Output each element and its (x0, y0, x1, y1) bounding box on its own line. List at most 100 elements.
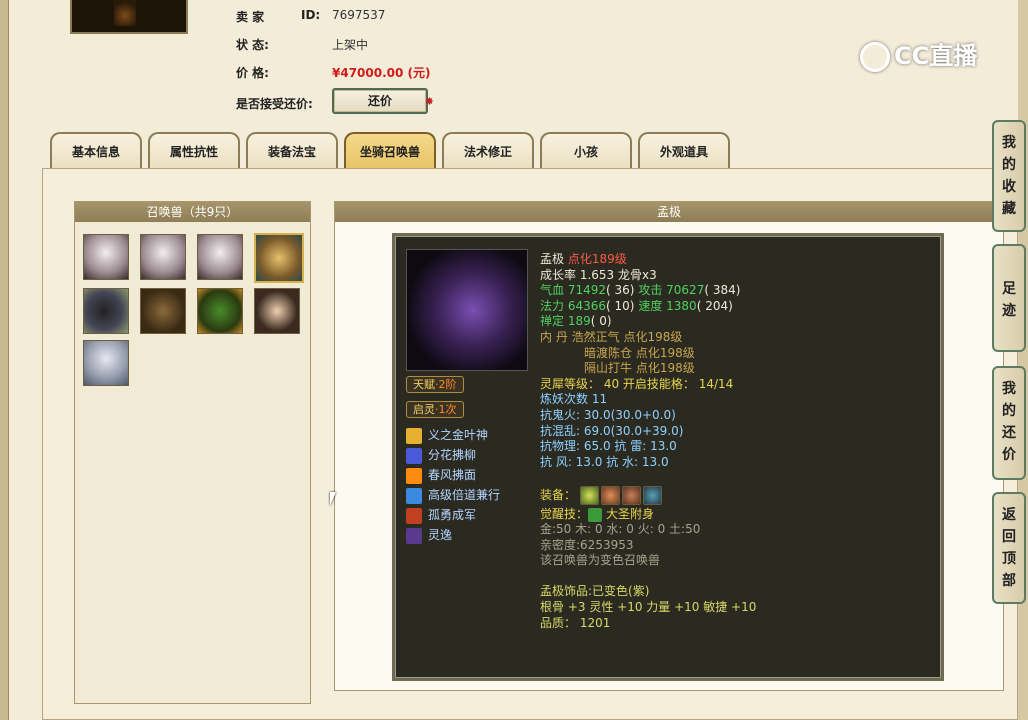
pet-portrait-white-fox-3[interactable] (197, 234, 243, 280)
inner-core-item: 暗渡陈仓 点化198级 (584, 345, 695, 360)
spirit-tag-rank: ·1次 (435, 403, 457, 416)
hp-value: 71492 (567, 283, 607, 298)
price-label: 价 格: (236, 66, 269, 80)
seller-id-label: ID: (301, 8, 321, 22)
gold-leaf-skill-icon (406, 427, 422, 444)
mp-bonus: ( 10) (606, 298, 635, 313)
awaken-skill: 大圣附身 (606, 507, 655, 521)
skill-name: 灵逸 (428, 528, 453, 542)
awaken-row: 觉醒技： 大圣附身 (540, 506, 654, 522)
skill-item[interactable]: 春风拂面 (406, 465, 500, 485)
zen-value: 189 (567, 314, 591, 329)
awaken-label: 觉醒技： (540, 507, 589, 521)
growth-rate: 成长率 1.653 龙骨x3 (540, 267, 657, 282)
skill-item[interactable]: 灵逸 (406, 525, 500, 545)
zen-label: 禅定 (540, 314, 565, 329)
my-haggles-button[interactable]: 我的还价 (992, 366, 1026, 480)
window-frame-right (1018, 0, 1028, 720)
hp-bonus: ( 36) (606, 283, 635, 298)
resist-line: 抗混乱: 69.0(30.0+39.0) (540, 423, 684, 438)
haggle-button-label: 还价 (367, 94, 392, 108)
zen-bonus: ( 0) (590, 314, 612, 329)
character-thumbnail (70, 0, 188, 34)
skill-name: 高级倍道兼行 (428, 488, 501, 502)
pet-portrait-green-ogre[interactable] (197, 288, 243, 334)
resist-line: 抗物理: 65.0 抗 雷: 13.0 (540, 439, 677, 454)
mp-label: 法力 (540, 298, 565, 313)
tab-children[interactable]: 小孩 (540, 132, 632, 170)
side-button-label: 我的还价 (1002, 381, 1016, 463)
refine-count: 炼妖次数 11 (540, 392, 608, 407)
pet-portrait-golden-beast[interactable] (254, 233, 304, 283)
tab-label: 属性抗性 (169, 145, 218, 159)
equip-ring-icon[interactable] (579, 486, 599, 505)
skill-item[interactable]: 义之金叶神 (406, 425, 500, 445)
fire-skill-icon (406, 467, 422, 484)
price-value: ¥47000.00 (元) (332, 66, 431, 80)
spd-bonus: ( 204) (696, 298, 733, 313)
tab-basic-info[interactable]: 基本信息 (50, 132, 142, 170)
status-value: 上架中 (332, 38, 369, 52)
pet-portrait-girl[interactable] (254, 288, 300, 334)
variant-note: 该召唤兽为变色召唤兽 (540, 553, 661, 568)
spirit-skill-icon (406, 527, 422, 544)
inner-core-label: 内 丹 (540, 329, 568, 344)
equip-armor-icon[interactable] (600, 486, 620, 505)
haggle-button[interactable]: 还价 ✸ (332, 88, 434, 114)
inner-core-item: 隔山打牛 点化198级 (584, 361, 695, 376)
ornament-icon: ✸ (424, 95, 434, 108)
pet-portrait-white-fox-1[interactable] (83, 234, 129, 280)
element-values: 金:50 木: 0 水: 0 火: 0 土:50 (540, 522, 701, 536)
my-favorites-button[interactable]: 我的收藏 (992, 120, 1026, 232)
status-label: 状 态: (236, 38, 269, 52)
hp-label: 气血 (540, 283, 565, 298)
tab-spell-modifiers[interactable]: 法术修正 (442, 132, 534, 170)
watermark-logo: CC直播 (860, 36, 977, 72)
tab-equipment[interactable]: 装备法宝 (246, 132, 338, 170)
spirit-tag: 启灵·1次 (406, 401, 464, 418)
tab-appearance[interactable]: 外观道具 (638, 132, 730, 170)
summon-portrait (406, 249, 528, 371)
spd-value: 1380 (666, 298, 697, 313)
back-to-top-button[interactable]: 返回顶部 (992, 492, 1026, 604)
summon-name: 孟极 (540, 252, 565, 266)
skill-item[interactable]: 孤勇成军 (406, 505, 500, 525)
talent-tag-label: 天赋 (413, 378, 435, 391)
seller-id: 7697537 (332, 8, 386, 22)
equipment-row: 装备： (540, 486, 664, 505)
skill-list: 义之金叶神 分花拂柳 春风拂面 高级倍道兼行 孤勇成军 灵逸 (406, 425, 500, 545)
summon-rebirth: 点化189级 (567, 252, 627, 266)
side-button-label: 足迹 (1002, 281, 1016, 319)
equip-blade-icon[interactable] (642, 486, 662, 505)
army-skill-icon (406, 507, 422, 524)
equip-collar-icon[interactable] (621, 486, 641, 505)
skill-item[interactable]: 高级倍道兼行 (406, 485, 500, 505)
tab-label: 法术修正 (463, 145, 512, 159)
seller-label: 卖 家 (236, 10, 265, 24)
haggle-label: 是否接受还价: (236, 97, 313, 111)
skill-name: 孤勇成军 (428, 508, 477, 522)
ornament-bonus: 根骨 +3 灵性 +10 力量 +10 敏捷 +10 (540, 599, 757, 614)
tab-attributes[interactable]: 属性抗性 (148, 132, 240, 170)
talent-tag-rank: ·2阶 (435, 378, 457, 391)
footprint-button[interactable]: 足迹 (992, 244, 1026, 352)
pet-portrait-bull[interactable] (140, 288, 186, 334)
summon-list-title: 召唤兽（共9只） (75, 202, 310, 222)
skill-name: 春风拂面 (428, 468, 477, 482)
mouse-cursor-icon (330, 492, 342, 506)
summon-extra-info: 金:50 木: 0 水: 0 火: 0 土:50 亲密度:6253953 该召唤… (540, 522, 756, 631)
tab-label: 装备法宝 (267, 145, 316, 159)
side-button-label: 我的收藏 (1002, 135, 1016, 217)
tab-label: 坐骑召唤兽 (359, 145, 420, 159)
tab-mounts-summons[interactable]: 坐骑召唤兽 (344, 132, 436, 170)
awaken-skill-icon[interactable] (588, 507, 603, 522)
skill-item[interactable]: 分花拂柳 (406, 445, 500, 465)
spd-label: 速度 (638, 298, 663, 313)
resist-line: 抗鬼火: 30.0(30.0+0.0) (540, 407, 676, 422)
pet-portrait-white-fox-2[interactable] (140, 234, 186, 280)
pet-portrait-ox[interactable] (83, 288, 129, 334)
summon-detail-title: 孟极 (335, 202, 1003, 222)
atk-value: 70627 (666, 283, 705, 298)
intimacy-value: 亲密度:6253953 (540, 537, 634, 552)
pet-portrait-white-sage[interactable] (83, 340, 129, 386)
